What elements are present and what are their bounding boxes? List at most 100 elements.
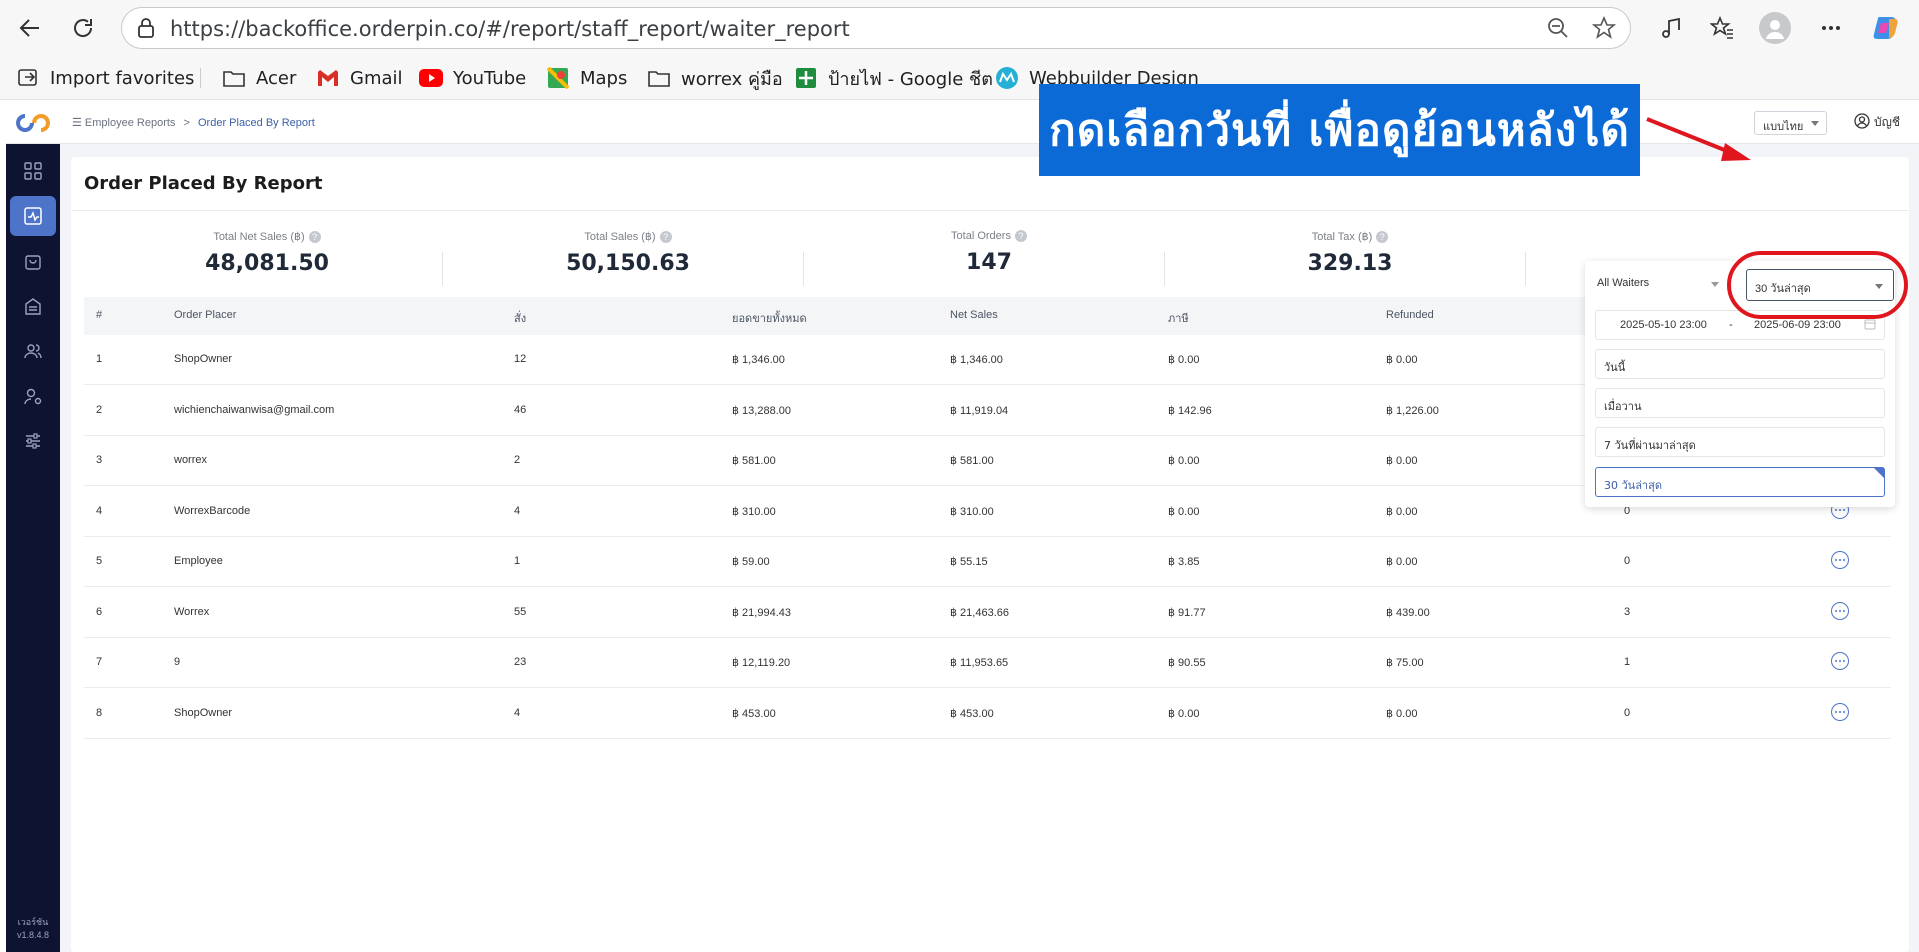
bookmark-gmail[interactable]: Gmail [316, 64, 403, 92]
column-header-net-sales[interactable]: Net Sales [950, 309, 998, 321]
stat-value: 329.13 [1307, 251, 1393, 277]
help-icon[interactable]: ? [659, 231, 672, 244]
cell-order-placer: Worrex [174, 605, 210, 618]
profile-avatar-icon[interactable] [1759, 12, 1791, 44]
column-header-refunded[interactable]: Refunded [1386, 309, 1434, 321]
column-header-total-sales[interactable]: ยอดขายทั้งหมด [732, 309, 807, 327]
cell-total-sales: ฿ 59.00 [732, 556, 770, 568]
cell-orders: 2 [514, 454, 521, 466]
bookmark-worrex-manual[interactable]: worrex คู่มือ [647, 64, 783, 92]
favorites-list-icon[interactable] [1706, 12, 1738, 44]
version-label: เวอร์ชัน [17, 917, 49, 927]
zoom-out-icon[interactable] [1546, 16, 1570, 44]
cell-net-sales: ฿ 310.00 [950, 505, 994, 518]
table-row[interactable]: 7 9 23 ฿ 12,119.20 ฿ 11,953.65 ฿ 90.55 ฿ 75.00… [84, 638, 1891, 688]
favorite-star-icon[interactable] [1591, 15, 1617, 44]
stat-value: 147 [966, 250, 1012, 276]
bookmark-divider [200, 68, 201, 88]
copilot-icon[interactable] [1870, 12, 1902, 44]
stat-label: Total Orders [951, 230, 1011, 242]
sidebar-item-customers[interactable] [10, 331, 56, 371]
more-actions-icon[interactable] [1831, 702, 1849, 721]
account-button[interactable]: บัญชี [1854, 113, 1900, 132]
cell-index: 2 [96, 403, 103, 416]
bookmark-google-sheets[interactable]: ป้ายไฟ - Google ชีต [794, 64, 993, 92]
table-row[interactable]: 8 ShopOwner 4 ฿ 453.00 ฿ 453.00 ฿ 0.00 ฿ 0.00 0 [84, 689, 1891, 739]
bookmark-import-favorites[interactable]: Import favorites [16, 64, 194, 92]
stat-total-tax: Total Tax (฿)? 329.13 [1210, 230, 1490, 276]
cell-index: 4 [96, 504, 103, 517]
stat-divider [1525, 252, 1526, 286]
breadcrumb: ☰ Employee Reports > Order Placed By Rep… [72, 116, 315, 129]
cell-tax: ฿ 0.00 [1168, 354, 1200, 366]
pointer-arrow-icon [1646, 117, 1751, 161]
cell-net-sales: ฿ 21,463.66 [950, 606, 1009, 619]
date-start[interactable]: 2025-05-10 23:00 [1620, 319, 1707, 331]
option-label: เมื่อวาน [1604, 400, 1642, 413]
cell-extra: 0 [1624, 706, 1631, 719]
breadcrumb-parent[interactable]: Employee Reports [85, 117, 176, 129]
cell-orders: 46 [514, 403, 527, 416]
cell-extra: 1 [1624, 656, 1631, 668]
sidebar-item-dashboard[interactable] [10, 151, 56, 191]
cell-refunded: ฿ 439.00 [1386, 606, 1430, 619]
bookmark-youtube[interactable]: YouTube [419, 64, 526, 92]
period-option-last-7-days[interactable]: 7 วันที่ผ่านมาล่าสุด [1595, 427, 1885, 457]
bookmark-maps[interactable]: Maps [546, 64, 627, 92]
table-row[interactable]: 6 Worrex 55 ฿ 21,994.43 ฿ 21,463.66 ฿ 91.77 ฿ … [84, 588, 1891, 638]
stat-label: Total Sales (฿) [584, 231, 656, 243]
cell-tax: ฿ 0.00 [1168, 455, 1200, 467]
cell-refunded: ฿ 0.00 [1386, 505, 1418, 518]
language-select[interactable]: แบบไทย [1754, 111, 1827, 135]
bookmark-acer[interactable]: Acer [222, 64, 296, 92]
sidebar-item-staff[interactable] [10, 376, 56, 416]
report-chart-icon [24, 207, 42, 225]
orderpin-logo[interactable] [16, 110, 50, 136]
cell-refunded: ฿ 0.00 [1386, 354, 1418, 366]
media-icon[interactable] [1656, 12, 1688, 44]
date-separator: - [1729, 319, 1733, 331]
column-header-orders[interactable]: สั่ง [514, 309, 526, 327]
calendar-icon[interactable] [1864, 318, 1876, 333]
sidebar-item-reports[interactable] [10, 196, 56, 236]
cell-net-sales: ฿ 453.00 [950, 707, 994, 720]
back-icon[interactable] [12, 10, 48, 46]
more-actions-icon[interactable] [1831, 601, 1849, 620]
refresh-icon[interactable] [65, 10, 101, 46]
more-options-icon[interactable] [1815, 12, 1847, 44]
help-icon[interactable]: ? [1376, 231, 1389, 244]
column-header-tax[interactable]: ภาษี [1168, 309, 1189, 327]
help-icon[interactable]: ? [1014, 230, 1027, 243]
waiter-filter-select[interactable]: All Waiters [1589, 268, 1729, 300]
more-actions-icon[interactable] [1831, 551, 1849, 569]
column-header-order-placer[interactable]: Order Placer [174, 309, 236, 321]
more-actions-icon[interactable] [1831, 652, 1849, 670]
youtube-icon [419, 66, 443, 90]
chevron-down-icon [1811, 121, 1819, 126]
url-text: https://backoffice.orderpin.co/#/report/… [170, 17, 850, 41]
sidebar-item-inventory[interactable] [10, 286, 56, 326]
bookmark-label: Gmail [350, 67, 403, 89]
bookmark-label: ป้ายไฟ - Google ชีต [828, 68, 993, 90]
instruction-text: กดเลือกวันที่ เพื่อดูย้อนหลังได้ [1049, 105, 1630, 156]
period-option-yesterday[interactable]: เมื่อวาน [1595, 388, 1885, 418]
cell-extra: 3 [1624, 605, 1631, 618]
version-info: เวอร์ชัน v1.8.4.8 [6, 916, 60, 942]
stat-label: Total Net Sales (฿) [213, 231, 305, 243]
cell-index: 6 [96, 605, 103, 618]
date-end[interactable]: 2025-06-09 23:00 [1754, 319, 1841, 331]
sidebar-item-settings[interactable] [10, 421, 56, 461]
lock-icon[interactable] [136, 17, 156, 43]
sidebar-item-products[interactable] [10, 241, 56, 281]
address-bar[interactable]: https://backoffice.orderpin.co/#/report/… [121, 7, 1631, 49]
cell-total-sales: ฿ 453.00 [732, 707, 776, 720]
cell-tax: ฿ 0.00 [1168, 707, 1200, 720]
cell-orders: 4 [514, 706, 521, 719]
period-option-today[interactable]: วันนี้ [1595, 349, 1885, 379]
cell-refunded: ฿ 0.00 [1386, 455, 1418, 467]
period-option-last-30-days[interactable]: 30 วันล่าสุด [1595, 467, 1885, 497]
table-row[interactable]: 5 Employee 1 ฿ 59.00 ฿ 55.15 ฿ 3.85 ฿ 0.00 0 [84, 537, 1891, 587]
help-icon[interactable]: ? [308, 231, 321, 244]
cell-orders: 4 [514, 504, 521, 517]
cell-total-sales: ฿ 13,288.00 [732, 404, 791, 417]
